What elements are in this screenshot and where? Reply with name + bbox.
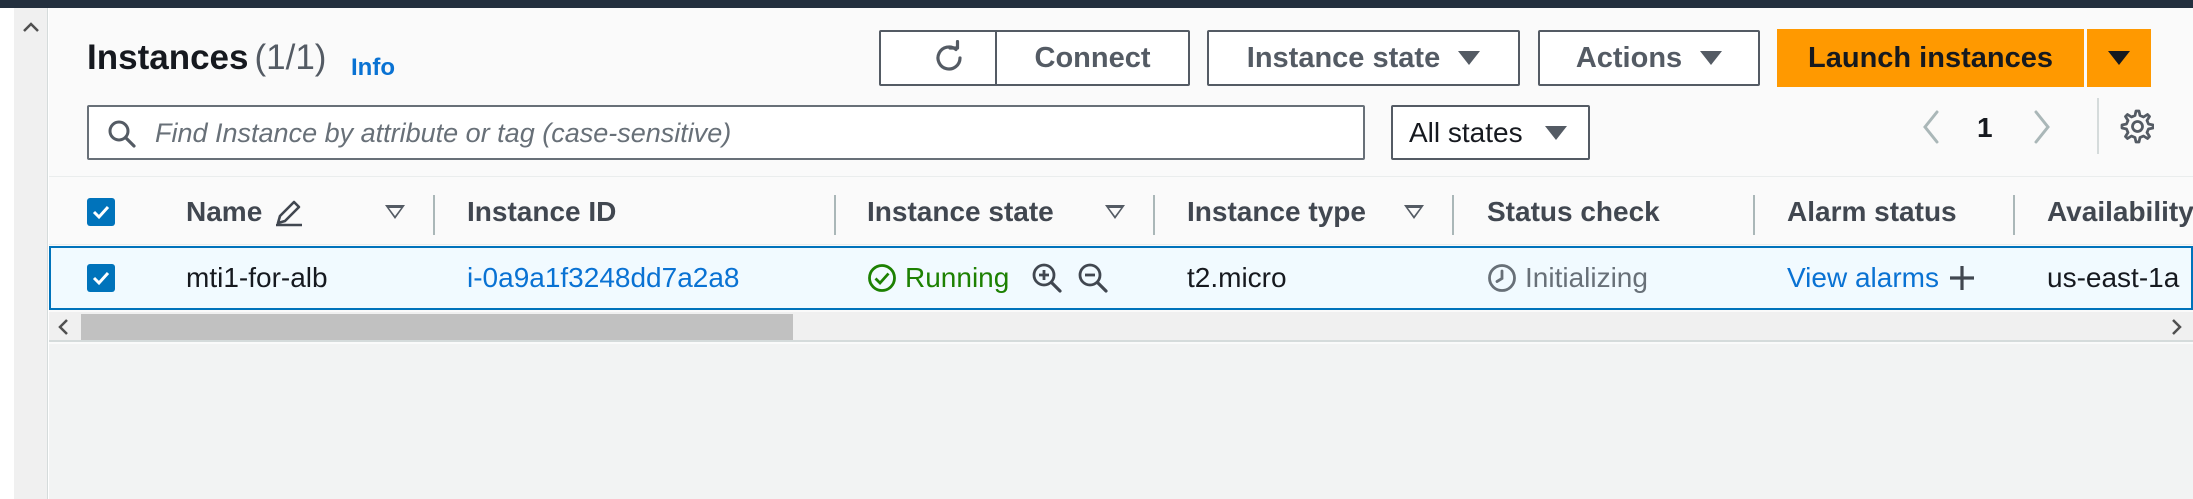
edit-pencil-icon (276, 200, 303, 226)
sort-icon[interactable] (1105, 205, 1125, 219)
column-divider[interactable] (1452, 195, 1454, 235)
cell-status-check: Initializing (1487, 248, 1648, 308)
column-instance-state-label: Instance state (867, 195, 1054, 227)
caret-down-icon (1458, 51, 1481, 65)
view-alarms-link[interactable]: View alarms (1787, 262, 1939, 294)
row-checkbox[interactable] (87, 264, 115, 292)
page-title: Instances (1/1) (87, 38, 326, 78)
info-link[interactable]: Info (351, 54, 395, 82)
page-title-text: Instances (87, 38, 249, 77)
connect-label: Connect (1034, 41, 1151, 74)
column-header-alarm-status[interactable]: Alarm status (1787, 177, 1957, 246)
checkmark-icon (92, 205, 110, 220)
state-filter-value: All states (1409, 116, 1523, 148)
zoom-out-icon[interactable] (1077, 262, 1109, 294)
launch-instances-label: Launch instances (1808, 41, 2053, 74)
column-header-instance-state[interactable]: Instance state (867, 177, 1054, 246)
scrollbar-thumb[interactable] (81, 314, 793, 340)
column-availability-label: Availability (2047, 195, 2193, 227)
left-panel-scrollbar[interactable] (14, 8, 48, 499)
instances-header: Instances (1/1) Info Connect Instance sta… (49, 8, 2193, 176)
current-page-number[interactable]: 1 (1977, 112, 1993, 144)
cell-instance-type: t2.micro (1187, 262, 1287, 293)
cell-name: mti1-for-alb (186, 262, 328, 293)
column-header-name[interactable]: Name (186, 177, 304, 246)
launch-instances-button[interactable]: Launch instances (1777, 29, 2084, 87)
checkmark-icon (92, 271, 110, 286)
scroll-right-icon[interactable] (2167, 316, 2187, 338)
instance-id-link[interactable]: i-0a9a1f3248dd7a2a8 (467, 248, 739, 308)
actions-button[interactable]: Actions (1538, 30, 1760, 86)
instance-state-button[interactable]: Instance state (1207, 30, 1520, 86)
refresh-icon (936, 40, 962, 71)
column-divider[interactable] (2013, 195, 2015, 235)
actions-label: Actions (1575, 41, 1683, 74)
cell-availability-zone: us-east-1a (2047, 262, 2180, 293)
column-alarm-status-label: Alarm status (1787, 195, 1957, 227)
state-filter-select[interactable]: All states (1391, 105, 1590, 160)
sort-icon[interactable] (385, 205, 405, 219)
column-name-label: Name (186, 195, 263, 227)
column-instance-id-label: Instance ID (467, 195, 617, 227)
instance-count: (1/1) (254, 38, 327, 77)
search-input[interactable] (155, 115, 1335, 151)
pager-divider (2097, 98, 2099, 154)
add-alarm-icon[interactable] (1947, 263, 1977, 293)
sort-icon[interactable] (1404, 205, 1424, 219)
column-instance-type-label: Instance type (1187, 195, 1366, 227)
select-all-checkbox[interactable] (87, 198, 115, 226)
clock-icon (1488, 264, 1516, 292)
top-navigation-bar (0, 0, 2193, 8)
caret-down-icon (2108, 51, 2130, 65)
column-divider[interactable] (834, 195, 836, 235)
instance-state-text: Running (905, 262, 1010, 293)
column-header-instance-type[interactable]: Instance type (1187, 177, 1366, 246)
column-status-check-label: Status check (1487, 195, 1660, 227)
table-header: Name Instance ID Instance state Instance… (49, 176, 2193, 245)
cell-instance-state: Running (867, 248, 1109, 308)
instance-state-label: Instance state (1246, 41, 1441, 74)
column-header-instance-id[interactable]: Instance ID (467, 177, 616, 246)
check-circle-icon (868, 264, 896, 292)
cell-alarm-status: View alarms (1787, 248, 1977, 308)
column-divider[interactable] (433, 195, 435, 235)
previous-page-icon[interactable] (1920, 109, 1942, 145)
table-row[interactable]: mti1-for-alb i-0a9a1f3248dd7a2a8 Running (49, 246, 2193, 310)
connect-button[interactable]: Connect (995, 30, 1190, 86)
search-icon (108, 120, 136, 148)
details-pane (49, 344, 2193, 499)
horizontal-scrollbar[interactable] (49, 312, 2193, 342)
next-page-icon[interactable] (2031, 109, 2053, 145)
gear-icon[interactable] (2118, 108, 2154, 144)
scroll-left-icon[interactable] (53, 316, 73, 338)
zoom-in-icon[interactable] (1031, 262, 1063, 294)
column-divider[interactable] (1753, 195, 1755, 235)
column-header-status-check[interactable]: Status check (1487, 177, 1660, 246)
caret-down-icon (1544, 125, 1567, 140)
launch-instances-dropdown-button[interactable] (2087, 29, 2151, 87)
column-divider[interactable] (1153, 195, 1155, 235)
search-field[interactable] (87, 105, 1365, 160)
caret-down-icon (1700, 51, 1723, 65)
scroll-up-icon[interactable] (14, 12, 48, 42)
column-header-availability[interactable]: Availability (2047, 177, 2193, 246)
status-check-text: Initializing (1525, 262, 1648, 293)
instances-panel: Instances (1/1) Info Connect Instance sta… (49, 8, 2193, 499)
